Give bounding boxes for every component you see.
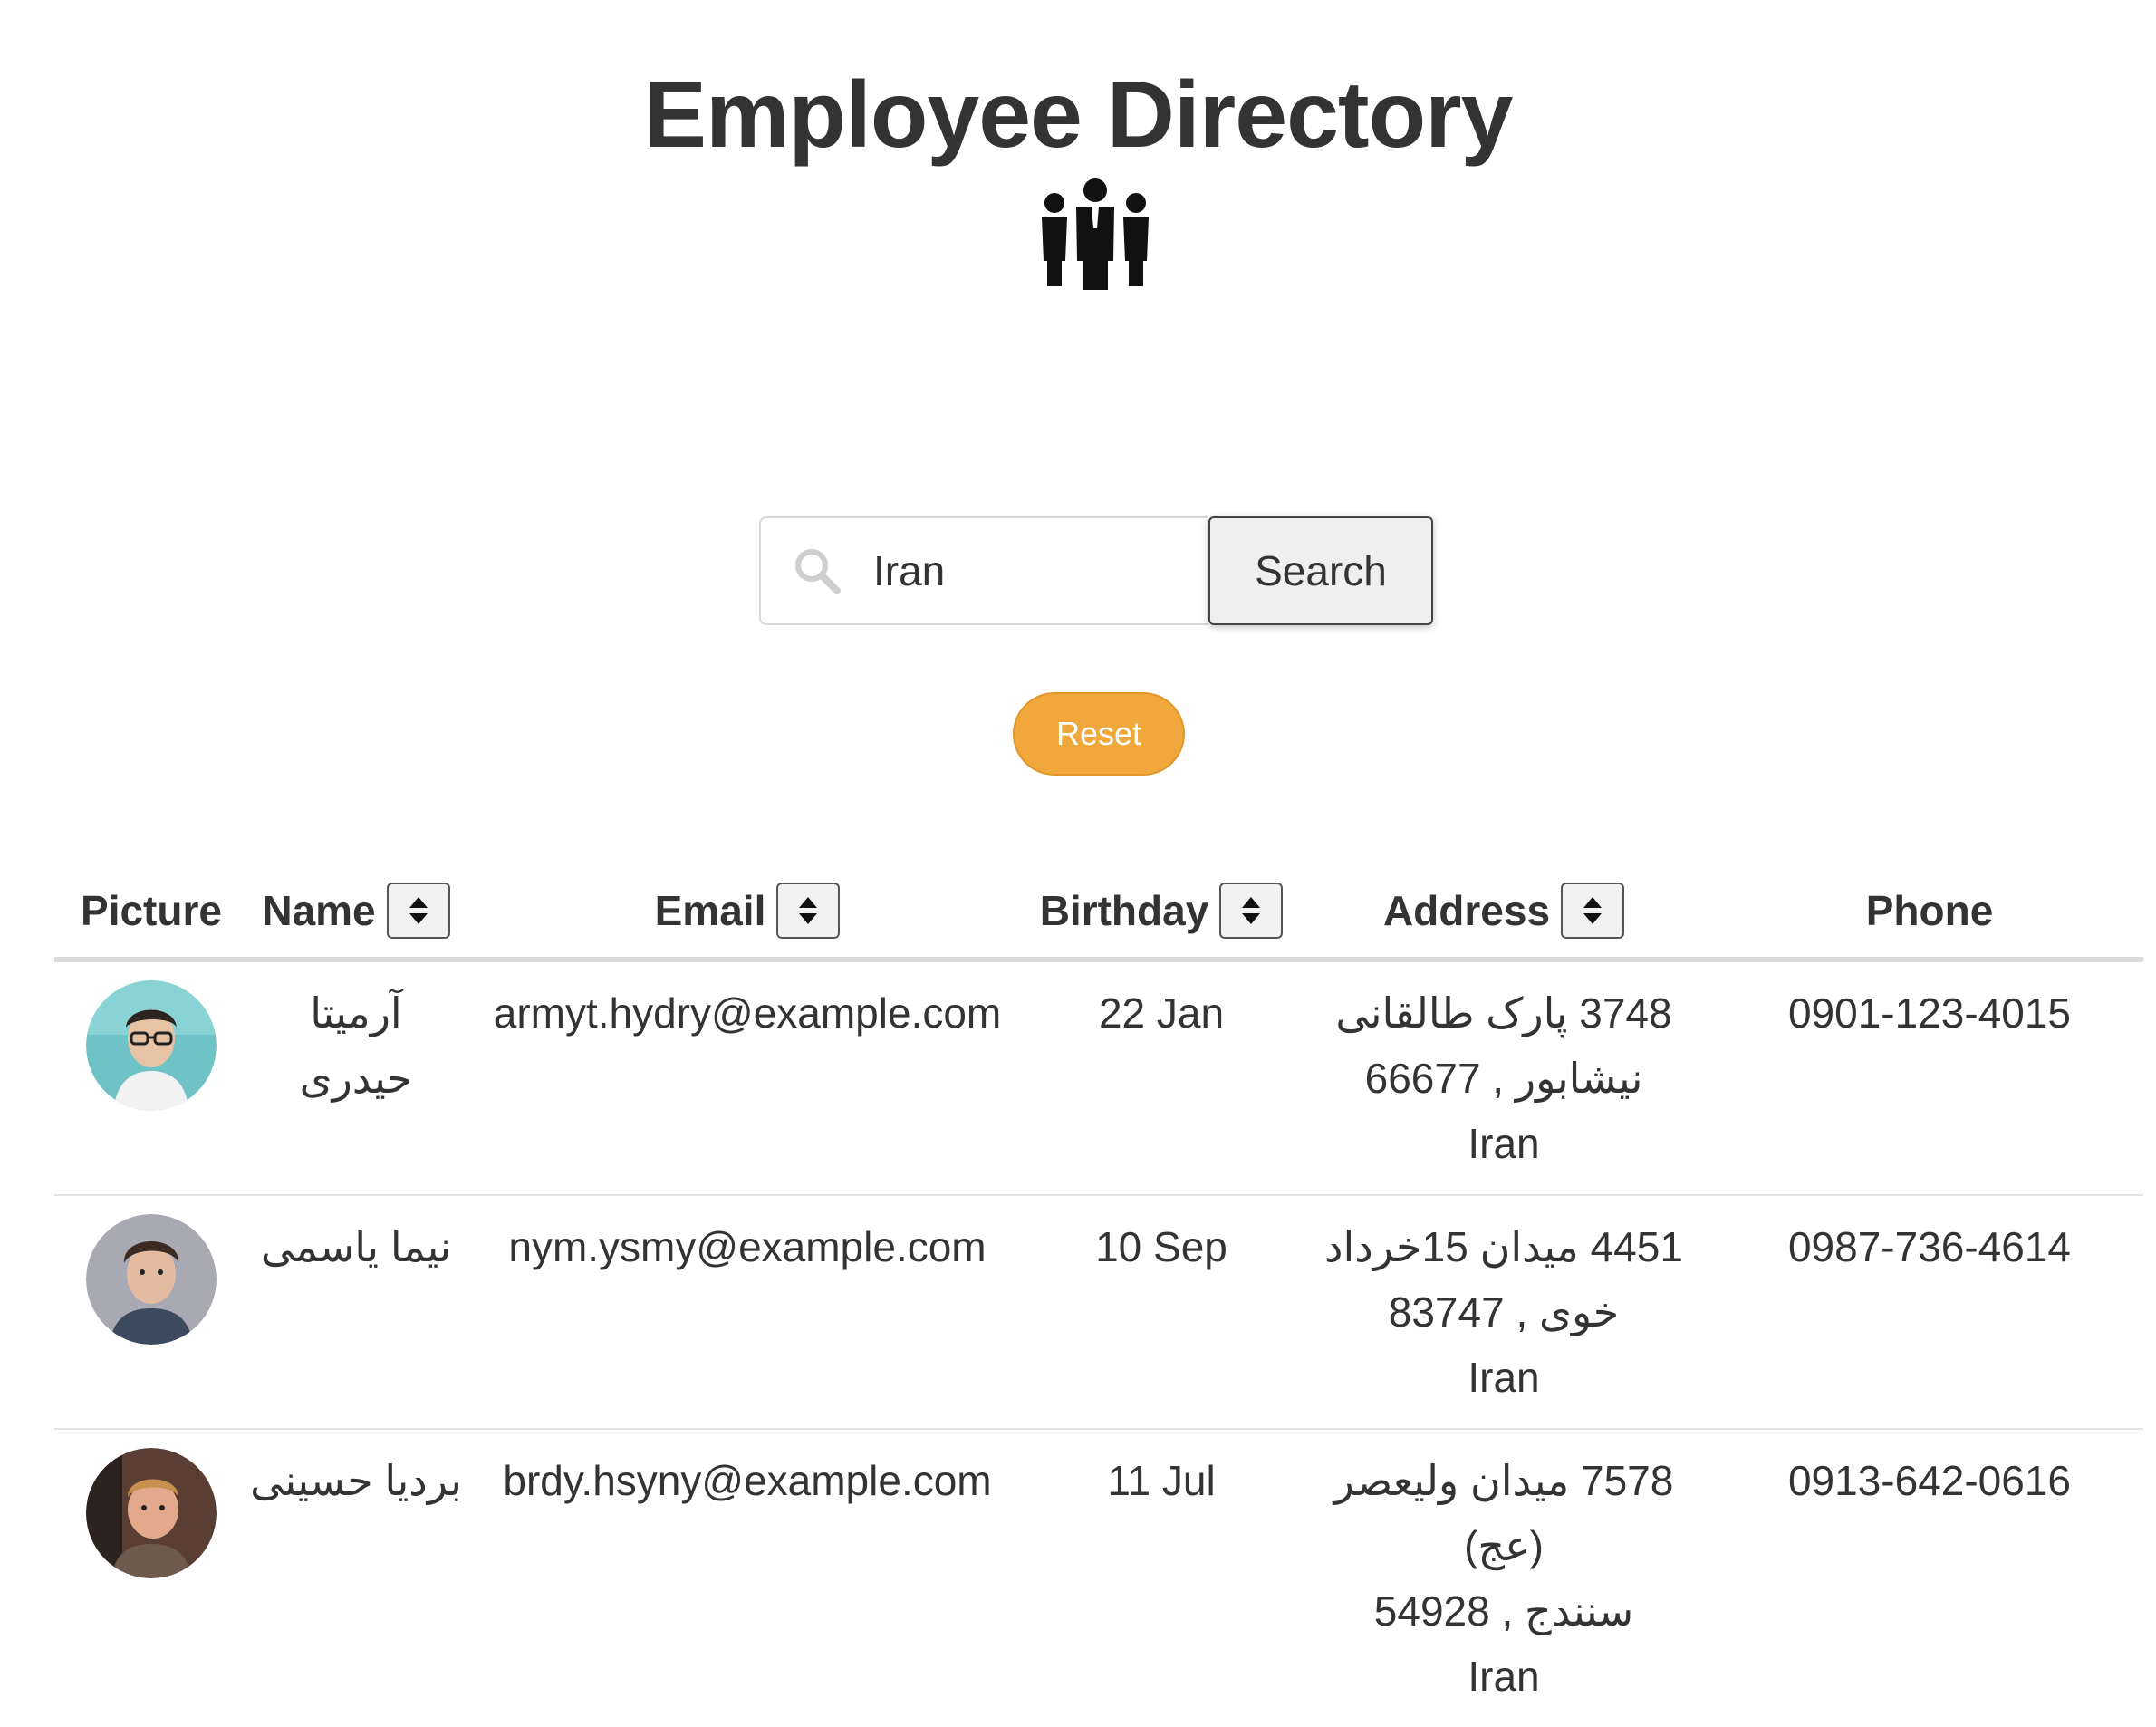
address-cell: 7578 میدان ولیعصر (عج) سنندج , 54928 Ira…	[1292, 1429, 1716, 1727]
email-cell: brdy.hsyny@example.com	[503, 1457, 992, 1504]
sort-email-button[interactable]	[776, 883, 841, 939]
people-group-icon	[1042, 178, 1149, 290]
search-form: Search	[759, 516, 1433, 625]
email-cell: armyt.hydry@example.com	[464, 960, 1031, 1196]
avatar	[86, 1214, 217, 1345]
search-input[interactable]	[871, 545, 1183, 596]
column-label: Picture	[81, 887, 222, 934]
column-header-birthday: Birthday	[1031, 870, 1292, 962]
sort-icon	[1583, 897, 1603, 924]
column-label: Birthday	[1039, 887, 1209, 934]
address-line-3: Iran	[1468, 1354, 1540, 1401]
phone-cell: 0913-642-0616	[1787, 1457, 2072, 1504]
table-row: بردیا حسینی brdy.hsyny@example.com 11 Ju…	[54, 1429, 2143, 1727]
address-cell: 4451 میدان 15خرداد خوی , 83747 Iran	[1292, 1195, 1716, 1430]
email-cell: nym.ysmy@example.com	[464, 1195, 1031, 1430]
name-cell: بردیا حسینی	[250, 1457, 462, 1504]
address-line-3: Iran	[1468, 1120, 1540, 1167]
avatar	[86, 980, 217, 1111]
sort-icon	[409, 897, 428, 924]
address-line-2: خوی , 83747	[1388, 1288, 1620, 1336]
column-label: Address	[1382, 887, 1551, 934]
birthday-cell: 11 Jul	[1107, 1457, 1216, 1504]
phone-cell: 0987-736-4614	[1716, 1195, 2143, 1430]
address-line-2: سنندج , 54928	[1373, 1587, 1634, 1635]
sort-address-button[interactable]	[1561, 883, 1625, 939]
table-row: آرمیتا حیدری armyt.hydry@example.com 22 …	[54, 960, 2143, 1196]
table-header-row: Picture Name Email Birthday Address Phon…	[54, 870, 2143, 962]
address-line-3: Iran	[1468, 1653, 1540, 1700]
reset-button[interactable]: Reset	[1013, 692, 1185, 776]
search-icon	[795, 549, 841, 594]
column-header-picture: Picture	[54, 870, 248, 962]
page-title: Employee Directory	[643, 63, 1514, 168]
name-cell: آرمیتا حیدری	[248, 960, 464, 1196]
address-line-1: 7578 میدان ولیعصر (عج)	[1333, 1457, 1674, 1569]
column-label: Name	[262, 887, 376, 934]
table-row: نیما یاسمی nym.ysmy@example.com 10 Sep 4…	[54, 1195, 2143, 1430]
address-line-1: 3748 پارک طالقانی	[1335, 989, 1672, 1037]
column-label: Email	[654, 887, 766, 934]
address-line-1: 4451 میدان 15خرداد	[1324, 1223, 1683, 1270]
address-line-2: نیشابور , 66677	[1364, 1055, 1643, 1102]
column-header-email: Email	[464, 870, 1031, 962]
phone-cell: 0901-123-4015	[1716, 960, 2143, 1196]
picture-cell	[54, 1429, 248, 1727]
address-cell: 3748 پارک طالقانی نیشابور , 66677 Iran	[1292, 960, 1716, 1196]
sort-birthday-button[interactable]	[1219, 883, 1284, 939]
column-header-phone: Phone	[1716, 870, 2143, 962]
avatar	[86, 1448, 217, 1578]
column-header-name: Name	[248, 870, 464, 962]
sort-icon	[799, 897, 818, 924]
search-button[interactable]: Search	[1208, 516, 1433, 625]
picture-cell	[54, 960, 248, 1196]
birthday-cell: 10 Sep	[1031, 1195, 1292, 1430]
column-label: Phone	[1865, 887, 1994, 934]
birthday-cell: 22 Jan	[1031, 960, 1292, 1196]
employee-table: Picture Name Email Birthday Address Phon…	[54, 870, 2143, 1727]
name-cell: نیما یاسمی	[248, 1195, 464, 1430]
sort-name-button[interactable]	[386, 883, 450, 939]
picture-cell	[54, 1195, 248, 1430]
search-field[interactable]	[759, 516, 1208, 625]
sort-icon	[1242, 897, 1261, 924]
column-header-address: Address	[1292, 870, 1716, 962]
